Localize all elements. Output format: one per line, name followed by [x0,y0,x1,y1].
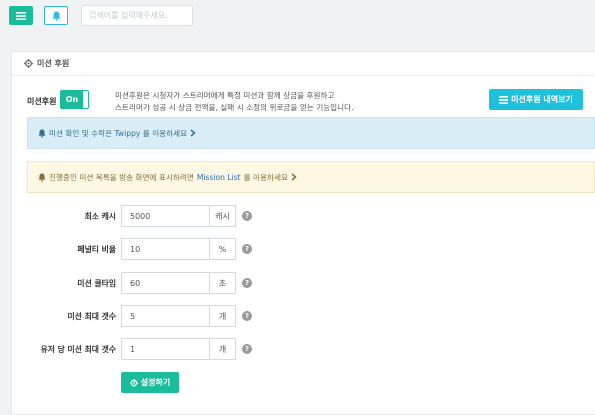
max-per-user-unit: 개 [209,338,236,360]
cooltime-label: 미션 쿨타임 [77,279,116,288]
form-row-cooltime: 미션 쿨타임 초 ? [12,272,595,296]
mission-history-label: 미션후원 내역보기 [511,95,573,104]
max-missions-unit: 개 [209,305,236,327]
warning-alert-text-after: 를 이용하세요 [243,172,288,182]
form-row-max-per-user: 유저 당 미션 최대 갯수 개 ? [12,338,595,362]
bell-icon [38,173,46,182]
toggle-on-state: On [61,91,83,108]
mission-history-button[interactable]: 미션후원 내역보기 [489,89,583,110]
help-icon[interactable]: ? [242,344,252,354]
save-settings-label: 설정하기 [140,378,171,387]
mission-toggle-row: 미션후원 On 미션후원은 시청자가 스트리머에게 특정 미션과 함께 상금을 … [27,89,587,119]
penalty-rate-unit: % [209,238,236,260]
min-cash-input[interactable] [121,205,210,227]
help-icon[interactable]: ? [242,211,252,221]
help-icon[interactable]: ? [242,311,252,321]
form-row-penalty-rate: 페널티 비율 % ? [12,238,595,262]
save-settings-button[interactable]: 설정하기 [121,372,179,393]
description-line-1: 미션후원은 시청자가 스트리머에게 특정 미션과 함께 상금을 후원하고 [115,91,335,100]
min-cash-unit: 캐시 [209,205,236,227]
penalty-rate-label: 페널티 비율 [77,245,116,254]
panel-header: 미션 후원 [12,52,595,76]
top-bar [0,0,595,33]
warning-alert-text-before: 진행중인 미션 목록을 방송 화면에 표시하려면 [49,172,194,182]
max-missions-label: 미션 최대 갯수 [67,312,116,321]
form-row-max-missions: 미션 최대 갯수 개 ? [12,305,595,329]
hamburger-icon [16,11,26,20]
max-per-user-input[interactable] [121,338,210,360]
cooltime-input[interactable] [121,272,210,294]
penalty-rate-input[interactable] [121,238,210,260]
menu-button[interactable] [9,6,33,25]
max-missions-input[interactable] [121,305,210,327]
max-per-user-label: 유저 당 미션 최대 갯수 [40,345,116,354]
list-icon [499,95,509,104]
mission-toggle[interactable]: On [60,90,89,109]
panel-title: 미션 후원 [37,59,70,68]
info-alert[interactable]: 미션 확인 및 수락은 Twippy 를 이용하세요 [27,117,595,149]
description-line-2: 스트리머가 성공 시 상금 전액을, 실패 시 소정의 위로금을 얻는 기능입니… [115,102,354,112]
info-alert-text: 미션 확인 및 수락은 Twippy 를 이용하세요 [49,128,188,138]
cooltime-unit: 초 [209,272,236,294]
mission-panel: 미션 후원 미션후원 On 미션후원은 시청자가 스트리머에게 특정 미션과 함… [11,51,595,415]
bell-icon [52,11,60,21]
notification-button[interactable] [44,6,68,25]
mission-description: 미션후원은 시청자가 스트리머에게 특정 미션과 함께 상금을 후원하고 스트리… [115,90,354,113]
mission-list-link[interactable]: Mission List [197,173,241,182]
form-row-min-cash: 최소 캐시 캐시 ? [12,205,595,229]
chevron-right-icon [190,129,196,137]
help-icon[interactable]: ? [242,244,252,254]
gear-icon [24,59,33,68]
warning-alert: 진행중인 미션 목록을 방송 화면에 표시하려면 Mission List 를 … [27,161,595,193]
bell-icon [38,129,46,138]
mission-toggle-label: 미션후원 [27,97,57,106]
min-cash-label: 최소 캐시 [84,212,116,221]
gear-icon [129,378,138,387]
chevron-right-icon [291,173,297,181]
search-input[interactable] [81,5,193,26]
help-icon[interactable]: ? [242,278,252,288]
